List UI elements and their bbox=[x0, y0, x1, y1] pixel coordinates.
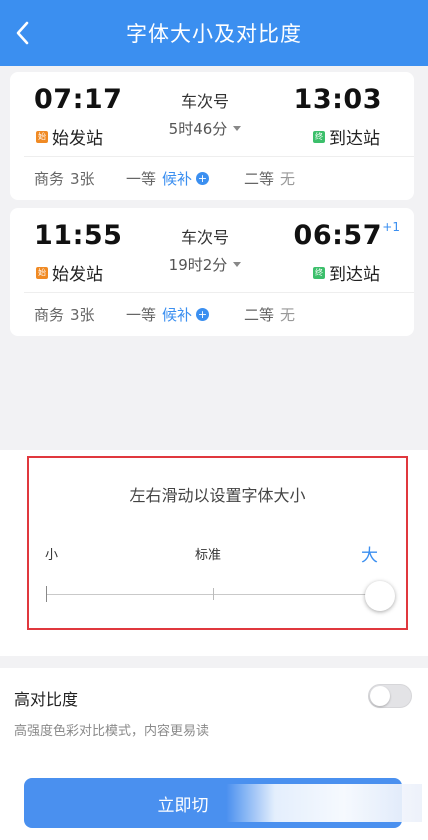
arrive-time: 06:57 bbox=[293, 220, 382, 251]
seat-second-class: 二等 无 bbox=[244, 168, 295, 189]
chevron-left-icon bbox=[16, 21, 29, 45]
contrast-toggle[interactable] bbox=[368, 684, 412, 708]
label-small: 小 bbox=[45, 548, 59, 563]
caret-down-icon bbox=[233, 126, 242, 131]
end-tag-icon: 终 bbox=[313, 130, 325, 143]
seat-value: 无 bbox=[280, 306, 296, 324]
seat-value: 无 bbox=[280, 170, 296, 188]
seat-name: 商务 bbox=[34, 306, 65, 324]
divider bbox=[24, 292, 414, 293]
arrive-station: 终 到达站 bbox=[313, 260, 380, 285]
font-size-panel: 左右滑动以设置字体大小 小 标准 大 bbox=[0, 450, 428, 656]
redaction-overlay bbox=[226, 784, 422, 822]
arrive-station-label: 到达站 bbox=[329, 265, 380, 285]
font-size-title: 左右滑动以设置字体大小 bbox=[129, 486, 306, 505]
day-offset-badge: +1 bbox=[382, 220, 400, 234]
nav-header: 字体大小及对比度 bbox=[0, 0, 428, 66]
seat-business: 商务 3张 bbox=[34, 304, 95, 325]
duration-label: 5时46分 bbox=[168, 120, 228, 138]
divider bbox=[24, 156, 414, 157]
end-tag-icon: 终 bbox=[313, 266, 325, 279]
waitlist-link[interactable]: 候补 bbox=[162, 168, 192, 189]
apply-button-label: 立即切 bbox=[157, 795, 209, 816]
add-circle-icon[interactable]: + bbox=[196, 172, 210, 185]
seat-value: 3张 bbox=[70, 306, 95, 324]
seat-name: 一等 bbox=[126, 170, 157, 188]
add-circle-icon[interactable]: + bbox=[196, 308, 210, 321]
arrive-station-label: 到达站 bbox=[329, 129, 380, 149]
waitlist-link[interactable]: 候补 bbox=[162, 304, 192, 325]
label-large: 大 bbox=[361, 546, 378, 566]
font-size-slider-handle[interactable] bbox=[365, 581, 395, 611]
slider-tick-small bbox=[46, 586, 47, 602]
back-button[interactable] bbox=[8, 17, 36, 49]
arrive-time: 13:03 bbox=[293, 84, 382, 115]
slider-tick-standard bbox=[213, 588, 214, 600]
seat-name: 二等 bbox=[244, 170, 275, 188]
label-standard: 标准 bbox=[195, 548, 222, 563]
seat-first-class[interactable]: 一等 候补 + bbox=[126, 304, 210, 325]
train-card[interactable]: 11:55 始 始发站 车次号 19时2分 06:57 +1 终 到达站 商务 … bbox=[10, 208, 414, 336]
highlight-box: 左右滑动以设置字体大小 小 标准 大 bbox=[27, 456, 408, 630]
seat-name: 一等 bbox=[126, 306, 157, 324]
contrast-title: 高对比度 bbox=[14, 690, 79, 709]
seat-name: 二等 bbox=[244, 306, 275, 324]
seat-name: 商务 bbox=[34, 170, 65, 188]
seat-second-class: 二等 无 bbox=[244, 304, 295, 325]
duration-label: 19时2分 bbox=[168, 256, 228, 274]
contrast-description: 高强度色彩对比模式，内容更易读 bbox=[14, 724, 210, 739]
page-title: 字体大小及对比度 bbox=[126, 22, 302, 46]
arrive-station: 终 到达站 bbox=[313, 124, 380, 149]
caret-down-icon bbox=[233, 262, 242, 267]
seat-first-class[interactable]: 一等 候补 + bbox=[126, 168, 210, 189]
toggle-knob bbox=[370, 686, 390, 706]
seat-value: 3张 bbox=[70, 170, 95, 188]
train-card[interactable]: 07:17 始 始发站 车次号 5时46分 13:03 终 到达站 商务 3张 … bbox=[10, 72, 414, 200]
contrast-section: 高对比度 高强度色彩对比模式，内容更易读 bbox=[0, 668, 428, 758]
seat-business: 商务 3张 bbox=[34, 168, 95, 189]
